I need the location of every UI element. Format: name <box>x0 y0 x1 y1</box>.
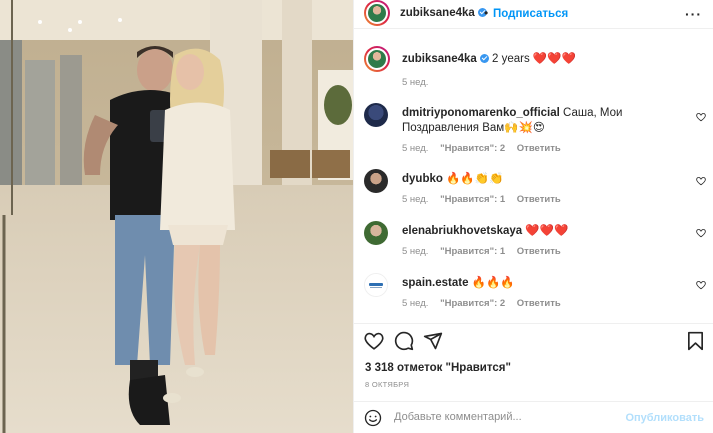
dot-separator: • <box>484 6 489 20</box>
commenter-avatar[interactable] <box>364 273 388 297</box>
comment-likes-link[interactable]: "Нравится": 1 <box>440 246 505 257</box>
comment-time: 5 нед. <box>402 194 429 205</box>
commenter-avatar[interactable] <box>364 103 388 127</box>
comment-likes-link[interactable]: "Нравится": 1 <box>440 194 505 205</box>
comment-meta: 5 нед. "Нравится": 1 Ответить <box>402 246 570 257</box>
comment-like-heart-icon[interactable] <box>696 280 706 290</box>
comment-text-block: dmitriyponomarenko_official Саша, Мои По… <box>402 106 687 136</box>
comment-text-block: elenabriukhovetskaya ❤️❤️❤️ <box>402 224 687 239</box>
reply-button[interactable]: Ответить <box>517 298 561 309</box>
commenter-username-link[interactable]: dyubko <box>402 173 443 185</box>
publish-button[interactable]: Опубликовать <box>625 412 704 424</box>
commenter-username-link[interactable]: dmitriyponomarenko_official <box>402 107 560 119</box>
comment-meta: 5 нед. "Нравится": 1 Ответить <box>402 194 570 205</box>
comment-like-heart-icon[interactable] <box>696 176 706 186</box>
caption-text-block: zubiksane4ka 2 years ❤️❤️❤️ <box>402 52 687 67</box>
mirror-selfie-image <box>0 0 353 433</box>
commenter-avatar[interactable] <box>364 169 388 193</box>
verified-badge-icon <box>479 54 489 64</box>
comment-time: 5 нед. <box>402 143 429 154</box>
like-heart-icon[interactable] <box>364 332 384 353</box>
post-header: zubiksane4ka • Подписаться ··· <box>354 0 713 29</box>
comment-bubble-icon[interactable] <box>394 331 414 354</box>
caption-meta: 5 нед. <box>402 77 437 88</box>
commenter-avatar[interactable] <box>364 221 388 245</box>
reply-button[interactable]: Ответить <box>517 246 561 257</box>
post-photo[interactable] <box>0 0 353 433</box>
reply-button[interactable]: Ответить <box>517 194 561 205</box>
likes-count-link[interactable]: 3 318 отметок "Нравится" <box>365 362 511 374</box>
comment-input[interactable] <box>394 411 624 423</box>
comment-text-block: dyubko 🔥🔥👏👏 <box>402 172 687 187</box>
comment-meta: 5 нед. "Нравится": 2 Ответить <box>402 143 570 154</box>
add-comment-bar: Опубликовать <box>354 401 713 433</box>
commenter-username-link[interactable]: elenabriukhovetskaya <box>402 225 522 237</box>
post-details-panel: zubiksane4ka • Подписаться ··· zubiksane… <box>353 0 713 433</box>
caption-avatar[interactable] <box>364 46 390 72</box>
commenter-username-link[interactable]: spain.estate <box>402 277 468 289</box>
comment-text: 🔥🔥👏👏 <box>446 173 504 185</box>
comment-text-block: spain.estate 🔥🔥🔥 <box>402 276 687 291</box>
post-date: 8 ОКТЯБРЯ <box>365 380 410 389</box>
comment-text: 🔥🔥🔥 <box>471 277 515 289</box>
comment-likes-link[interactable]: "Нравится": 2 <box>440 298 505 309</box>
author-username-link[interactable]: zubiksane4ka <box>400 7 487 19</box>
comment-time: 5 нед. <box>402 246 429 257</box>
share-paper-plane-icon[interactable] <box>423 331 443 354</box>
comment-text: ❤️❤️❤️ <box>525 225 569 237</box>
emoji-smiley-icon[interactable] <box>364 409 382 430</box>
caption-username-link[interactable]: zubiksane4ka <box>402 53 477 65</box>
caption-text: 2 years ❤️❤️❤️ <box>492 53 576 65</box>
post-actions: 3 318 отметок "Нравится" 8 ОКТЯБРЯ Опубл… <box>354 323 713 433</box>
reply-button[interactable]: Ответить <box>517 143 561 154</box>
author-avatar[interactable] <box>364 0 390 26</box>
more-horizontal-icon[interactable]: ··· <box>685 6 702 22</box>
comments-list[interactable]: zubiksane4ka 2 years ❤️❤️❤️ 5 нед. dmitr… <box>354 30 713 323</box>
comment-like-heart-icon[interactable] <box>696 228 706 238</box>
follow-button[interactable]: Подписаться <box>493 8 568 20</box>
caption-time: 5 нед. <box>402 77 429 88</box>
save-bookmark-icon[interactable] <box>687 331 704 354</box>
comment-likes-link[interactable]: "Нравится": 2 <box>440 143 505 154</box>
comment-like-heart-icon[interactable] <box>696 112 706 122</box>
comment-time: 5 нед. <box>402 298 429 309</box>
comment-meta: 5 нед. "Нравится": 2 Ответить <box>402 298 570 309</box>
